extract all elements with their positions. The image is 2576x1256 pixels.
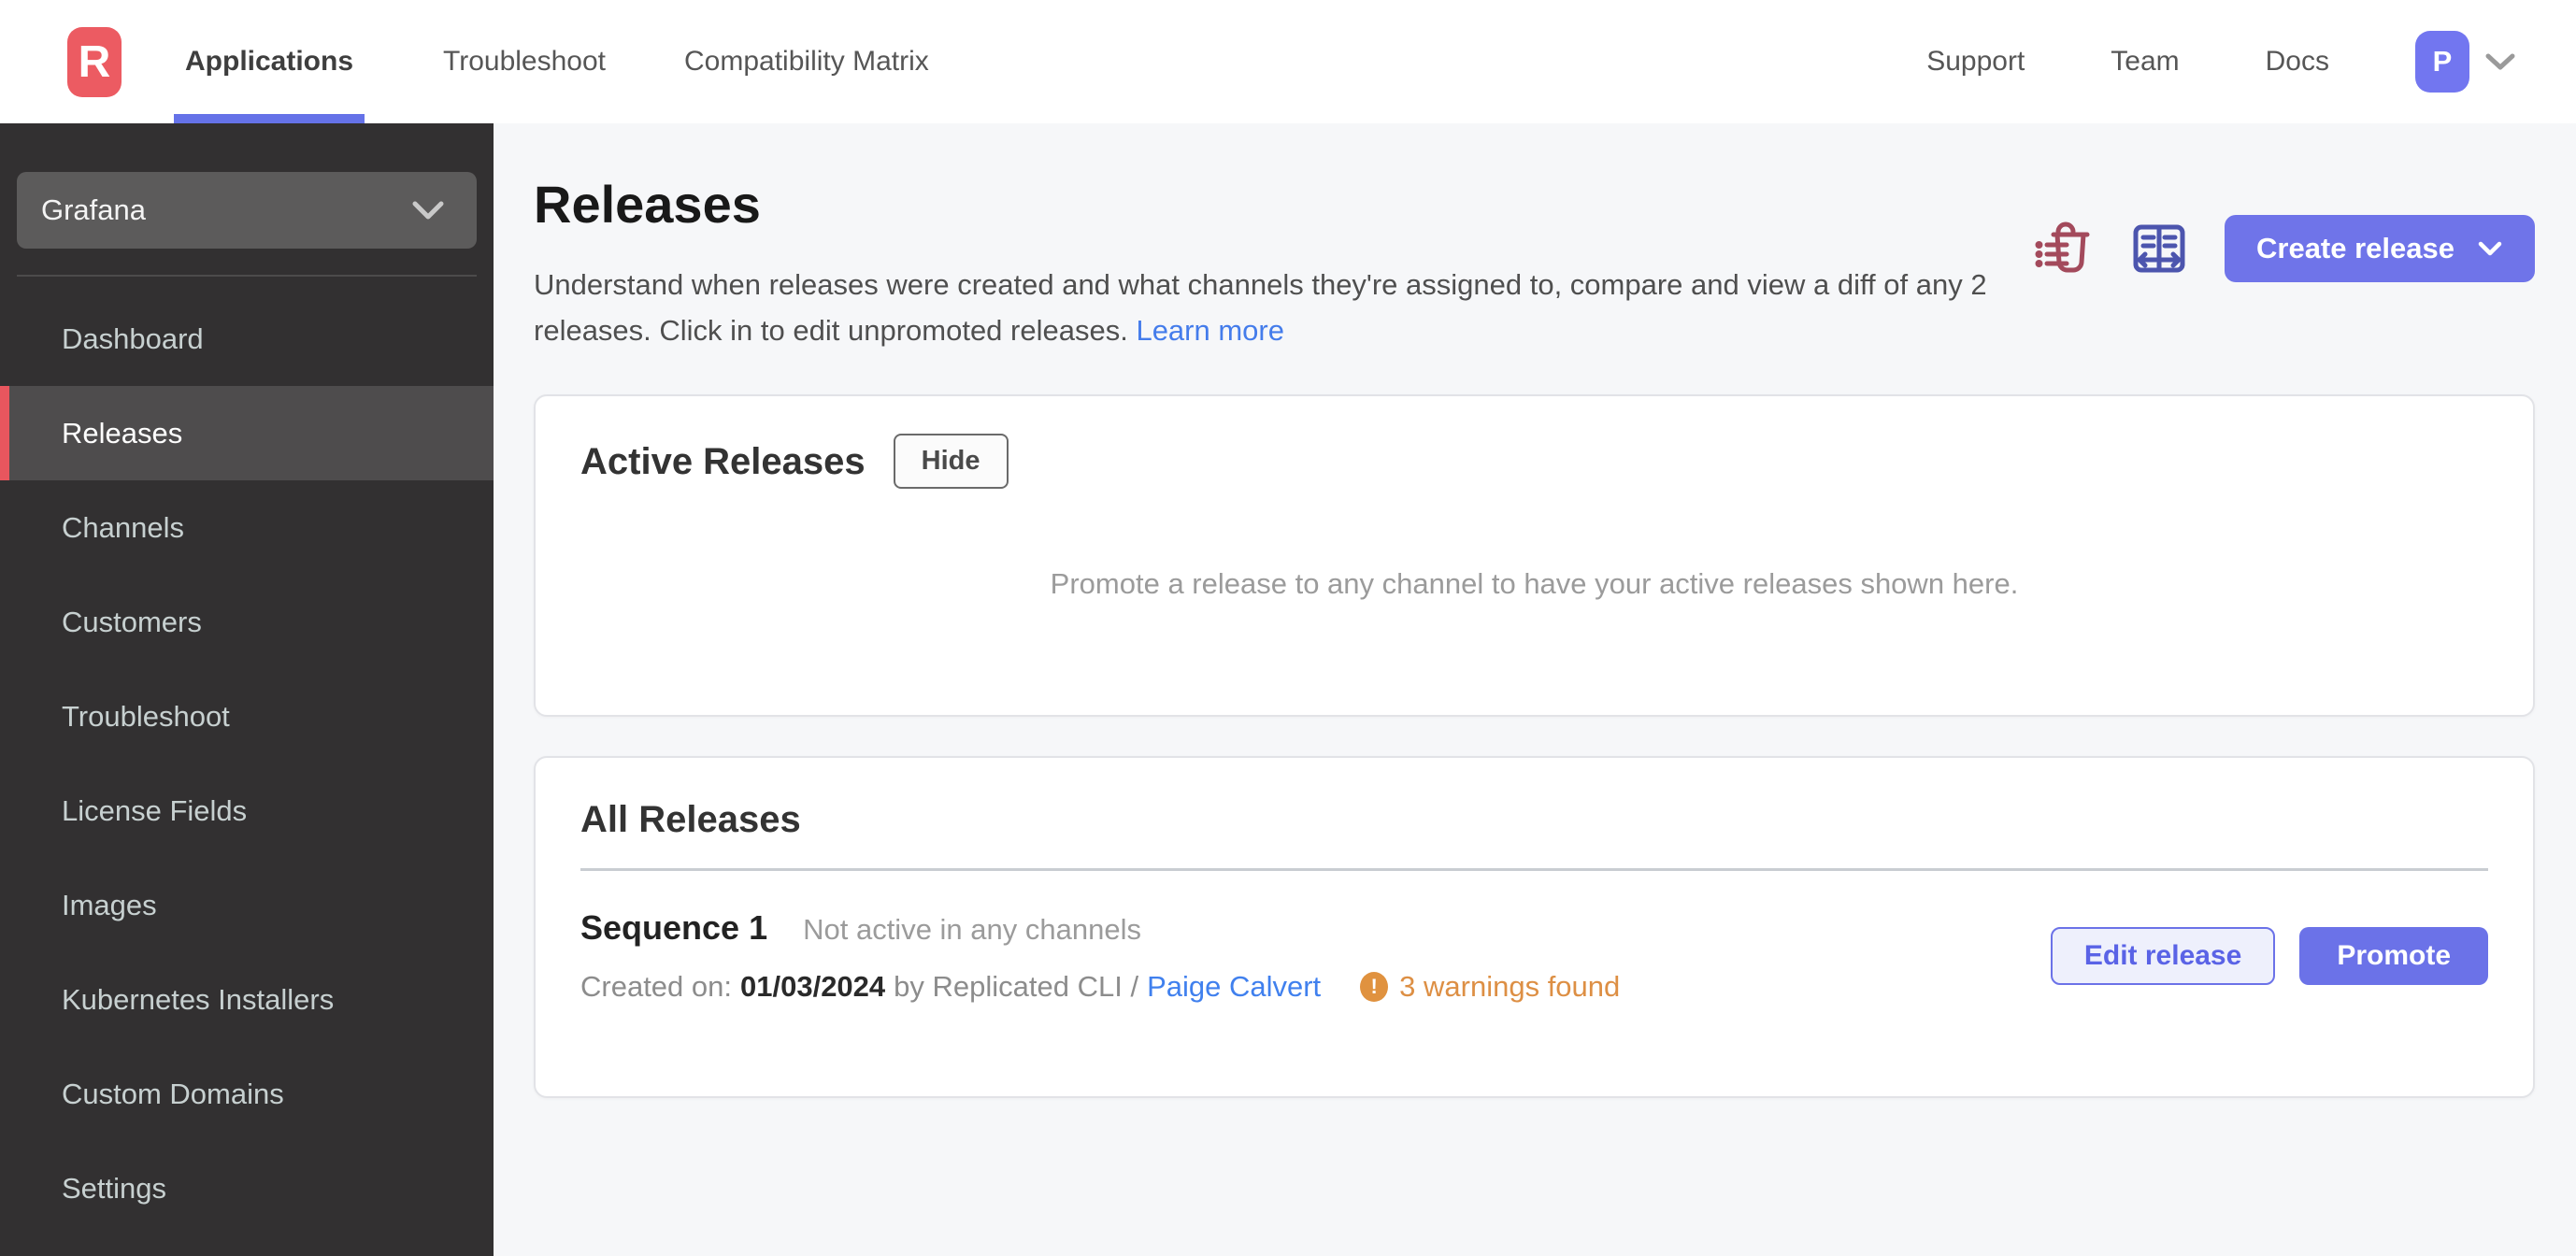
diff-releases-icon[interactable] [2129,219,2189,278]
sidebar-item-settings[interactable]: Settings [0,1141,494,1235]
release-info: Sequence 1 Not active in any channels Cr… [580,908,1620,1004]
create-release-label: Create release [2256,232,2454,264]
sidebar-item-dashboard[interactable]: Dashboard [0,292,494,386]
create-release-button[interactable]: Create release [2225,215,2535,282]
replicated-logo[interactable]: R [67,26,122,97]
support-link[interactable]: Support [1926,46,2025,78]
active-releases-empty-text: Promote a release to any channel to have… [1050,567,2019,600]
delete-releases-icon[interactable] [2034,219,2094,278]
active-releases-card: Active Releases Hide Promote a release t… [534,394,2535,717]
sidebar-divider [17,275,477,277]
all-releases-title: All Releases [580,799,801,840]
created-date: 01/03/2024 [740,970,886,1003]
all-releases-card: All Releases Sequence 1 Not active in an… [534,756,2535,1098]
tab-troubleshoot[interactable]: Troubleshoot [443,0,606,123]
edit-release-button[interactable]: Edit release [2050,927,2276,985]
primary-tabs: Applications Troubleshoot Compatibility … [174,0,1008,123]
warnings-indicator[interactable]: ! 3 warnings found [1360,970,1620,1004]
sidebar-item-kubernetes-installers[interactable]: Kubernetes Installers [0,952,494,1047]
release-status: Not active in any channels [803,913,1141,946]
sidebar-item-customers[interactable]: Customers [0,575,494,669]
sidebar-item-troubleshoot[interactable]: Troubleshoot [0,669,494,764]
warnings-text: 3 warnings found [1399,970,1621,1003]
avatar[interactable]: P [2415,31,2469,93]
release-meta-line: Created on: 01/03/2024 by Replicated CLI… [580,970,1620,1004]
hide-button[interactable]: Hide [893,434,1009,489]
promote-button[interactable]: Promote [2299,927,2488,985]
active-releases-title: Active Releases [580,440,866,482]
page-actions: Create release [2034,215,2535,282]
docs-link[interactable]: Docs [2266,46,2329,78]
app-selector[interactable]: Grafana [17,172,477,249]
team-link[interactable]: Team [2111,46,2179,78]
sidebar-nav: Dashboard Releases Channels Customers Tr… [0,292,494,1235]
chevron-down-icon[interactable] [2484,51,2516,72]
sidebar-item-custom-domains[interactable]: Custom Domains [0,1047,494,1141]
page-description: Understand when releases were created an… [534,262,1992,353]
release-actions: Edit release Promote [2050,927,2488,985]
release-row[interactable]: Sequence 1 Not active in any channels Cr… [580,908,2488,1004]
header-links: Support Team Docs P [1926,0,2576,123]
release-name: Sequence 1 [580,908,768,947]
tab-compatibility-matrix[interactable]: Compatibility Matrix [684,0,929,123]
profile-menu[interactable]: P [2415,31,2516,93]
warning-icon: ! [1360,972,1389,1002]
release-title-line: Sequence 1 Not active in any channels [580,908,1620,948]
app-selector-value: Grafana [41,193,147,226]
sidebar-item-channels[interactable]: Channels [0,480,494,575]
sidebar-item-releases[interactable]: Releases [0,386,494,480]
chevron-down-icon [411,200,445,221]
main-content: Releases Understand when releases were c… [494,123,2576,1256]
sidebar: Grafana Dashboard Releases Channels Cust… [0,123,494,1256]
tab-applications[interactable]: Applications [174,0,365,123]
all-releases-divider [580,868,2488,871]
active-releases-header: Active Releases Hide [580,434,2488,489]
learn-more-link[interactable]: Learn more [1136,314,1284,347]
body-row: Grafana Dashboard Releases Channels Cust… [0,123,2576,1256]
sidebar-item-images[interactable]: Images [0,858,494,952]
created-by-text: by Replicated CLI / [894,970,1139,1003]
logo-letter: R [78,36,111,87]
sidebar-item-license-fields[interactable]: License Fields [0,764,494,858]
created-on-label: Created on: [580,970,732,1003]
app-window: R Applications Troubleshoot Compatibilit… [0,0,2576,1256]
author-link[interactable]: Paige Calvert [1147,970,1321,1004]
chevron-down-icon [2477,240,2503,257]
top-nav: R Applications Troubleshoot Compatibilit… [0,0,2576,123]
